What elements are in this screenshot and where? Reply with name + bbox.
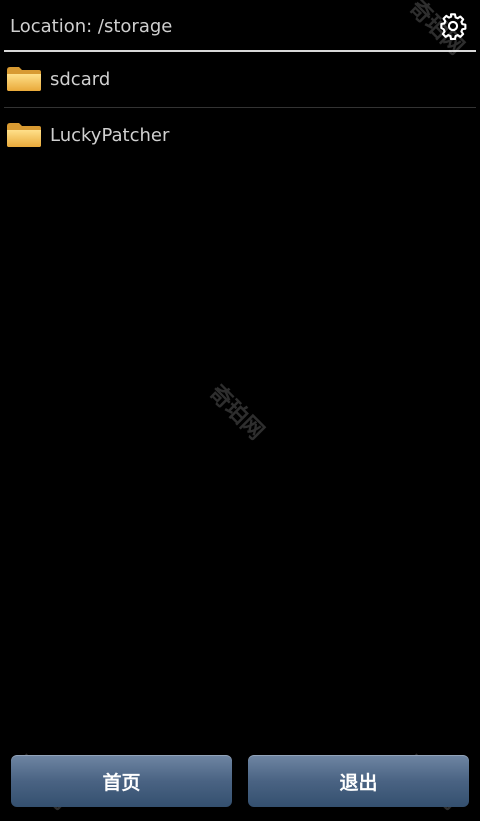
file-list: sdcard LuckyPatcher <box>0 52 480 163</box>
list-item[interactable]: LuckyPatcher <box>4 108 476 163</box>
exit-button[interactable]: 退出 <box>248 755 469 807</box>
list-item-label: sdcard <box>50 69 111 90</box>
list-item[interactable]: sdcard <box>4 52 476 108</box>
footer-bar: 首页 退出 <box>0 755 480 809</box>
location-path: Location: /storage <box>10 16 173 37</box>
folder-icon <box>7 67 41 91</box>
list-item-label: LuckyPatcher <box>50 125 170 146</box>
watermark: 奇珀网 <box>204 380 269 445</box>
home-button[interactable]: 首页 <box>11 755 232 807</box>
folder-icon <box>7 123 41 147</box>
